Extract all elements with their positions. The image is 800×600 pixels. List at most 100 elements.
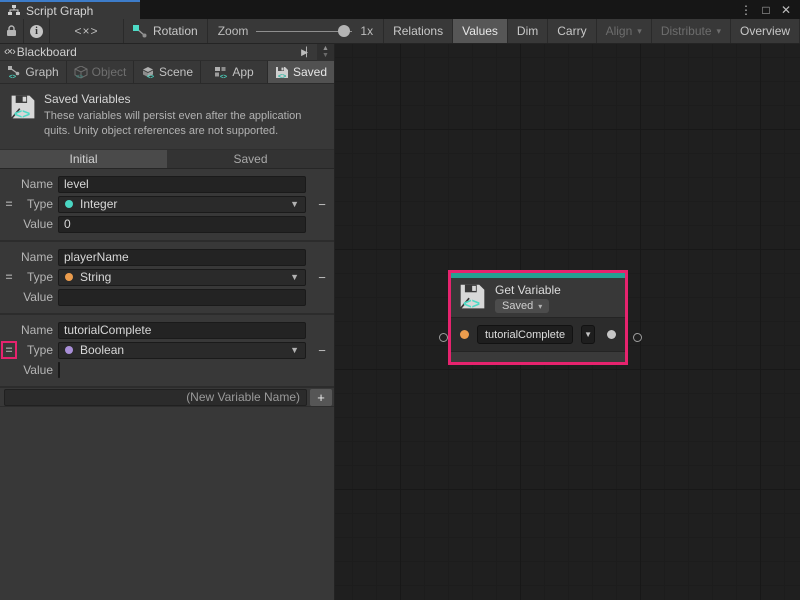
lock-button[interactable]: [0, 19, 24, 43]
name-label: Name: [18, 177, 58, 191]
type-color-dot: [65, 273, 73, 281]
value-label: Value: [18, 217, 58, 231]
value-label: Value: [18, 363, 58, 377]
variable-name-dropdown[interactable]: tutorialComplete: [477, 325, 573, 344]
variable-name-input[interactable]: [58, 249, 306, 266]
variable-value-input[interactable]: [58, 216, 306, 233]
overview-button[interactable]: Overview: [730, 19, 799, 43]
graph-canvas[interactable]: <> Get Variable Saved ▾ tutorialComplete…: [335, 44, 800, 600]
carry-button[interactable]: Carry: [547, 19, 595, 43]
remove-variable-button[interactable]: −: [318, 197, 326, 212]
type-label: Type: [18, 197, 58, 211]
name-label: Name: [18, 323, 58, 337]
variable-value-checkbox[interactable]: [58, 362, 60, 378]
tab-scene[interactable]: <> Scene: [134, 61, 201, 83]
node-title: Get Variable: [495, 283, 561, 297]
tab-app[interactable]: <> App: [201, 61, 268, 83]
zoom-label: Zoom: [218, 24, 249, 38]
info-title: Saved Variables: [44, 92, 326, 106]
close-icon[interactable]: ✕: [778, 3, 794, 17]
subtab-saved[interactable]: Saved: [167, 150, 334, 168]
variable-value-input[interactable]: [58, 289, 306, 306]
svg-text:<>: <>: [463, 296, 480, 310]
name-label: Name: [18, 250, 58, 264]
variable-name-input[interactable]: [58, 322, 306, 339]
code-view-button[interactable]: <×>: [50, 19, 124, 43]
chevron-down-icon: ▼: [290, 199, 299, 209]
relations-button[interactable]: Relations: [383, 19, 452, 43]
remove-variable-button[interactable]: −: [318, 270, 326, 285]
variable-name-input[interactable]: [58, 176, 306, 193]
svg-text:<>: <>: [14, 105, 30, 121]
values-button[interactable]: Values: [452, 19, 507, 43]
tab-script-graph[interactable]: Script Graph: [0, 0, 140, 19]
tab-graph[interactable]: <> Graph: [0, 61, 67, 83]
blackboard-panel: ‹×› Blackboard ▶▏ ▲ ▼ <> Graph: [0, 44, 335, 600]
scene-tab-icon: <>: [141, 66, 155, 79]
remove-variable-button[interactable]: −: [318, 343, 326, 358]
node-footer: [451, 351, 625, 362]
chevron-down-icon: ▾: [637, 26, 642, 37]
variable-type-dropdown[interactable]: Boolean ▼: [58, 342, 306, 359]
add-variable-button[interactable]: +: [310, 389, 332, 406]
app-tab-icon: <>: [214, 66, 228, 79]
get-variable-node[interactable]: <> Get Variable Saved ▾ tutorialComplete…: [448, 270, 628, 365]
tab-saved[interactable]: <> Saved: [268, 61, 334, 83]
variable-type-dropdown[interactable]: Integer ▼: [58, 196, 306, 213]
subtab-initial[interactable]: Initial: [0, 150, 167, 168]
chevron-down-icon: ▾: [538, 302, 542, 311]
tab-object: <> Object: [67, 61, 134, 83]
node-header: <> Get Variable Saved ▾: [451, 278, 625, 317]
info-icon: i: [30, 25, 43, 38]
panel-scrollbar[interactable]: ▲ ▼: [317, 44, 334, 61]
right-connection-ring[interactable]: [633, 333, 642, 342]
chevron-down-icon: ▼: [290, 345, 299, 355]
zoom-control: Zoom 1x: [208, 19, 383, 43]
zoom-slider[interactable]: [256, 31, 352, 32]
initial-saved-tabs: Initial Saved: [0, 149, 334, 169]
info-button[interactable]: i: [24, 19, 50, 43]
highlight-box: =: [1, 341, 16, 359]
blackboard-icon: ‹×›: [4, 46, 15, 58]
variable-row: Name = Type Boolean ▼: [0, 315, 334, 388]
type-label: Type: [18, 343, 58, 357]
type-label: Type: [18, 270, 58, 284]
scroll-down-icon[interactable]: ▼: [322, 52, 329, 59]
script-graph-icon: [8, 5, 20, 16]
drag-handle[interactable]: =: [5, 343, 12, 357]
zoom-value: 1x: [360, 24, 373, 38]
svg-text:<>: <>: [76, 74, 84, 79]
variable-kind-dropdown[interactable]: Saved ▾: [495, 299, 549, 313]
variable-row: Name = Type String ▼: [0, 242, 334, 315]
object-tab-icon: <>: [74, 66, 88, 79]
blackboard-title: Blackboard: [17, 45, 295, 59]
window-menu-icon[interactable]: ⋮: [738, 3, 754, 17]
saved-tab-icon: <>: [275, 66, 289, 79]
titlebar-spacer: [140, 0, 732, 19]
new-variable-row: +: [0, 388, 334, 407]
svg-text:<>: <>: [147, 74, 155, 79]
dim-button[interactable]: Dim: [507, 19, 547, 43]
drag-handle[interactable]: =: [5, 197, 12, 211]
saved-variables-info: <> Saved Variables These variables will …: [0, 84, 334, 149]
variable-row: Name = Type Integer ▼: [0, 169, 334, 242]
rotation-button[interactable]: Rotation: [124, 19, 208, 43]
svg-text:<>: <>: [278, 73, 286, 78]
new-variable-input[interactable]: [4, 389, 307, 406]
chevron-down-icon: ▾: [717, 26, 722, 37]
type-color-dot: [65, 346, 73, 354]
scroll-up-icon[interactable]: ▲: [322, 45, 329, 52]
dock-icon[interactable]: ▶▏: [295, 47, 317, 58]
variable-scope-tabs: <> Graph <> Object <>: [0, 61, 334, 84]
svg-text:<>: <>: [9, 74, 17, 79]
left-connection-ring[interactable]: [439, 333, 448, 342]
lock-icon: [6, 25, 17, 37]
saved-variables-icon: <>: [459, 283, 486, 310]
variable-dropdown-arrow-button[interactable]: ▼: [581, 325, 595, 344]
output-port[interactable]: [607, 330, 616, 339]
drag-handle[interactable]: =: [5, 270, 12, 284]
input-port[interactable]: [460, 330, 469, 339]
maximize-icon[interactable]: □: [758, 3, 774, 17]
variable-type-dropdown[interactable]: String ▼: [58, 269, 306, 286]
zoom-slider-handle[interactable]: [338, 25, 350, 37]
